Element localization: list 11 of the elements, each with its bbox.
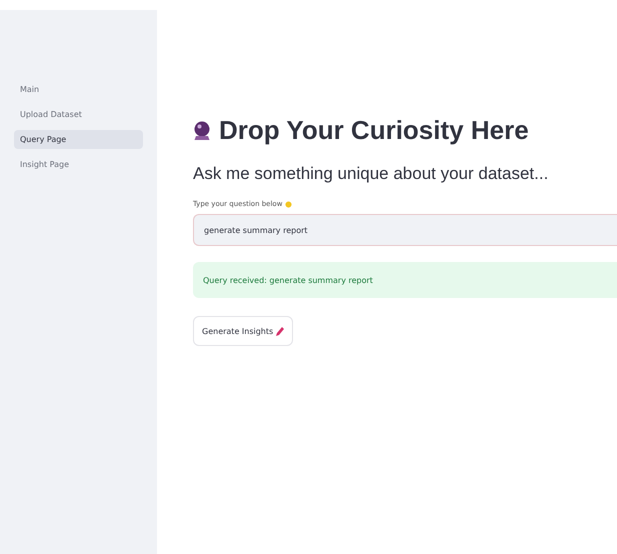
page-title: Drop Your Curiosity Here (219, 115, 529, 146)
generate-button[interactable]: Generate Insights (193, 316, 294, 346)
sidebar-item[interactable]: Main (14, 80, 143, 99)
pen-icon (276, 326, 284, 336)
crystal-ball-icon (193, 120, 211, 140)
question-field[interactable]: generate summary report (193, 214, 617, 246)
page-subtitle: Ask me something unique about your dataset... (193, 164, 550, 184)
sidebar-item[interactable]: Insight Page (14, 155, 143, 174)
sidebar-item[interactable]: Upload Dataset (14, 105, 143, 124)
sidebar-item[interactable]: Query Page (14, 130, 143, 149)
success-alert: Query received: generate summary report (193, 262, 617, 298)
